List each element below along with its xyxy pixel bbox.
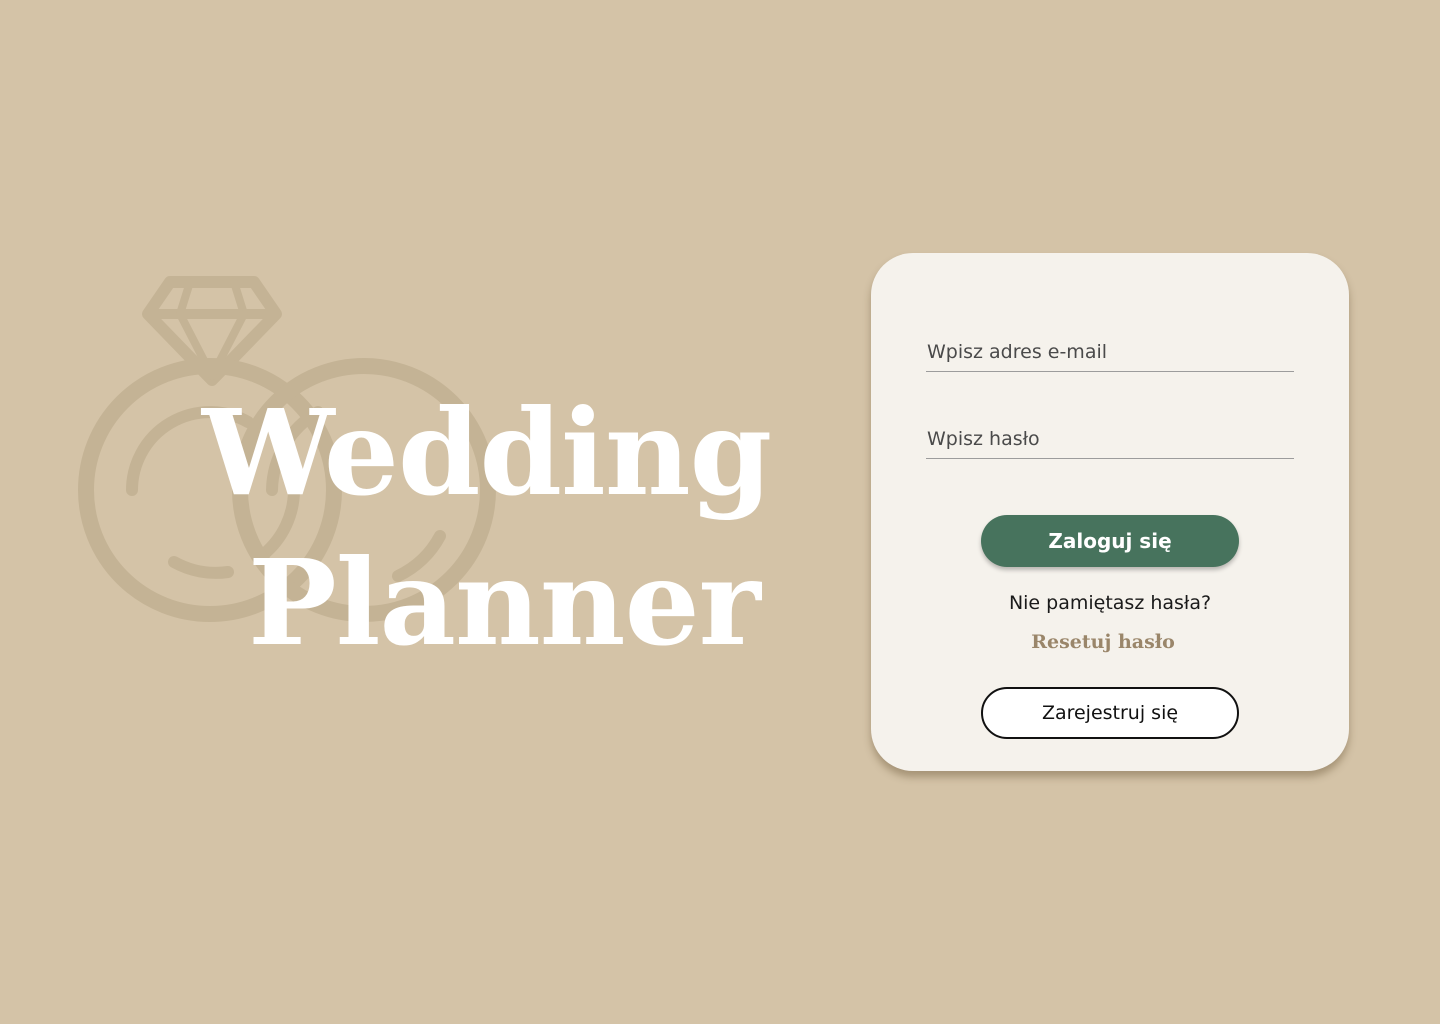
register-button[interactable]: Zarejestruj się (981, 687, 1239, 739)
login-button[interactable]: Zaloguj się (981, 515, 1239, 567)
email-field[interactable] (926, 341, 1294, 372)
password-field[interactable] (926, 428, 1294, 459)
app-logo-title: Wedding Planner (190, 378, 810, 678)
forgot-password-text: Nie pamiętasz hasła? (1008, 592, 1212, 614)
title-line-wedding: Wedding (202, 383, 772, 522)
title-line-planner: Planner (248, 533, 761, 672)
login-card: Zaloguj się Nie pamiętasz hasła? Resetuj… (871, 253, 1349, 771)
reset-password-link[interactable]: Resetuj hasło (871, 631, 1335, 653)
